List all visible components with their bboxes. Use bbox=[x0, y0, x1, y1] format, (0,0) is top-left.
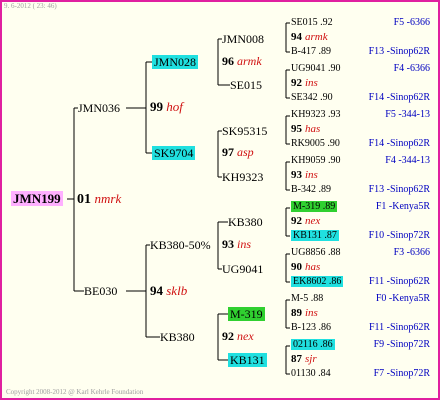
gen2-mark: nmrk bbox=[94, 191, 122, 206]
gen4d-name: KH9323 bbox=[222, 170, 264, 184]
ancestor-code1: F1 -Kenya5R bbox=[375, 201, 430, 212]
gen5e-name: KB380 bbox=[228, 215, 263, 229]
gen4e-mark: ins bbox=[237, 237, 252, 251]
ancestor-code2: F14 -Sinop62R bbox=[368, 138, 430, 149]
ancestor-mid-mark: armk bbox=[305, 31, 328, 43]
ancestor-bot: KB131 .87 bbox=[291, 230, 339, 241]
queen-name: JMN199 bbox=[11, 191, 63, 206]
ancestor-mid: 94 armk bbox=[291, 30, 328, 44]
gen5a-name: JMN008 bbox=[222, 32, 265, 46]
gen4a-label: 96 armk bbox=[222, 54, 262, 69]
ancestor-top: M-319 .89 bbox=[291, 201, 338, 212]
gen4c-label: 97 asp bbox=[222, 145, 254, 160]
ancestor-code1: F3 -6366 bbox=[393, 247, 430, 258]
ancestor-top: UG8856 .88 bbox=[291, 247, 341, 258]
ancestor-top: KH9323 .93 bbox=[291, 109, 341, 120]
gen4f-label: 92 nex bbox=[222, 329, 254, 344]
gen4a-mark: armk bbox=[237, 54, 262, 68]
ancestor-mid: 89 ins bbox=[291, 306, 318, 320]
ancestor-mid-mark: has bbox=[305, 261, 321, 273]
gen3a-mark: hof bbox=[166, 99, 183, 114]
ancestor-mid: 87 sjr bbox=[291, 352, 317, 366]
gen4a-number: 96 bbox=[222, 54, 234, 68]
gen5c-name: SK95315 bbox=[222, 124, 268, 138]
ancestor-mid-mark: sjr bbox=[305, 353, 317, 365]
ancestor-mid: 93 ins bbox=[291, 168, 318, 182]
ancestor-mid: 95 has bbox=[291, 122, 320, 136]
gen5g-name: M-319 bbox=[228, 307, 265, 321]
ancestor-mid-number: 89 bbox=[291, 307, 302, 319]
ancestor-bot: 01130 .84 bbox=[291, 368, 331, 379]
ancestor-mid-number: 90 bbox=[291, 261, 302, 273]
gen3b-mark: sklb bbox=[166, 283, 188, 298]
ancestor-mid: 92 nex bbox=[291, 214, 320, 228]
gen3b-name: BE030 bbox=[84, 284, 118, 298]
gen3b-label: 94 sklb bbox=[150, 283, 187, 299]
gen3a-label: 99 hof bbox=[150, 99, 183, 115]
gen3b-number: 94 bbox=[150, 283, 163, 298]
gen2-label: 01 nmrk bbox=[77, 191, 121, 208]
ancestor-mid-mark: ins bbox=[305, 77, 318, 89]
ancestor-bot: RK9005 .90 bbox=[291, 138, 340, 149]
ancestor-bot: EK8602 .86 bbox=[291, 276, 344, 287]
ancestor-bot: B-342 .89 bbox=[291, 184, 331, 195]
ancestor-bot: SE342 .90 bbox=[291, 92, 333, 103]
gen4b-name: SE015 bbox=[230, 78, 263, 92]
gen3a-name: JMN036 bbox=[78, 101, 121, 115]
ancestor-code2: F11 -Sinop62R bbox=[368, 276, 430, 287]
ancestor-code1: F9 -Sinop72R bbox=[373, 339, 430, 350]
ancestor-mid-number: 93 bbox=[291, 169, 302, 181]
gen4c-mark: asp bbox=[237, 145, 254, 159]
ancestor-code1: F4 -344-13 bbox=[385, 155, 430, 166]
ancestor-mid-number: 87 bbox=[291, 353, 302, 365]
gen4e-label: 93 ins bbox=[222, 237, 251, 252]
ancestor-mid-number: 94 bbox=[291, 31, 302, 43]
ancestor-mid-number: 95 bbox=[291, 123, 302, 135]
gen4f-number: 92 bbox=[222, 329, 234, 343]
gen4c-name: SK9704 bbox=[152, 146, 196, 160]
ancestor-mid-number: 92 bbox=[291, 215, 302, 227]
ancestor-code1: F4 -6366 bbox=[393, 63, 430, 74]
ancestor-code2: F13 -Sinop62R bbox=[368, 184, 430, 195]
ancestor-mid: 90 has bbox=[291, 260, 320, 274]
gen2-number: 01 bbox=[77, 192, 91, 207]
ancestor-top: 02116 .86 bbox=[291, 339, 335, 350]
ancestor-bot: B-123 .86 bbox=[291, 322, 331, 333]
ancestor-top: UG9041 .90 bbox=[291, 63, 341, 74]
copyright: Copyright 2008-2012 @ Karl Kehrle Founda… bbox=[6, 388, 144, 396]
ancestor-mid-mark: ins bbox=[305, 169, 318, 181]
ancestor-top: SE015 .92 bbox=[291, 17, 333, 28]
gen4f-alt-name: UG9041 bbox=[222, 262, 264, 276]
ancestor-mid-number: 92 bbox=[291, 77, 302, 89]
ancestor-mid-mark: nex bbox=[305, 215, 321, 227]
ancestor-code2: F13 -Sinop62R bbox=[368, 46, 430, 57]
ancestor-bot: B-417 .89 bbox=[291, 46, 331, 57]
ancestor-code1: F5 -344-13 bbox=[385, 109, 430, 120]
ancestor-code1: F0 -Kenya5R bbox=[375, 293, 430, 304]
gen4e-name: KB380-50% bbox=[150, 238, 211, 252]
ancestor-code2: F11 -Sinop62R bbox=[368, 322, 430, 333]
gen4a-name: JMN028 bbox=[152, 55, 199, 69]
ancestor-code2: F14 -Sinop62R bbox=[368, 92, 430, 103]
gen4f-name: KB380 bbox=[160, 330, 195, 344]
ancestor-top: KH9059 .90 bbox=[291, 155, 341, 166]
gen4e-number: 93 bbox=[222, 237, 234, 251]
gen4c-number: 97 bbox=[222, 145, 234, 159]
ancestor-top: M-5 .88 bbox=[291, 293, 324, 304]
gen5h-name: KB131 bbox=[228, 353, 267, 367]
ancestor-code2: F10 -Sinop72R bbox=[368, 230, 430, 241]
ancestor-mid: 92 ins bbox=[291, 76, 318, 90]
ancestor-mid-mark: ins bbox=[305, 307, 318, 319]
ancestor-code2: F7 -Sinop72R bbox=[373, 368, 430, 379]
gen3a-number: 99 bbox=[150, 99, 163, 114]
ancestor-mid-mark: has bbox=[305, 123, 321, 135]
gen4f-mark: nex bbox=[237, 329, 254, 343]
ancestor-code1: F5 -6366 bbox=[393, 17, 430, 28]
